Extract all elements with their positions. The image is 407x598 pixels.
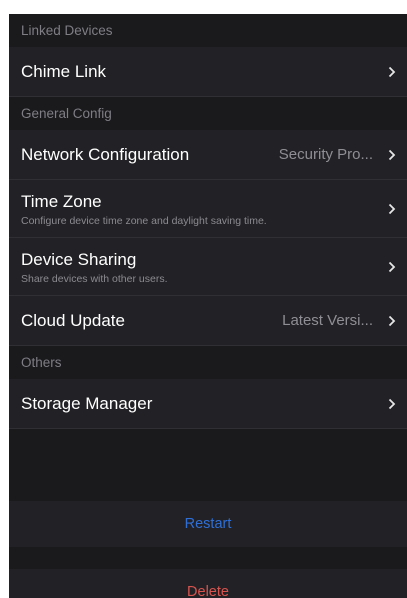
network-configuration-title: Network Configuration [21,145,190,164]
chime-link-row[interactable]: Chime Link [9,47,407,97]
cloud-update-value: Latest Versi... [282,312,373,329]
section-header-general-config: General Config [9,97,407,130]
storage-manager-title: Storage Manager [21,394,153,413]
restart-button-label: Restart [184,516,232,532]
time-zone-row[interactable]: Time Zone Configure device time zone and… [9,180,407,238]
delete-button[interactable]: Delete [9,569,407,598]
device-sharing-subtitle: Share devices with other users. [21,272,168,285]
cloud-update-row[interactable]: Cloud Update Latest Versi... [9,296,407,346]
button-gap [9,547,407,569]
device-sharing-title: Device Sharing [21,249,137,269]
section-header-label: General Config [21,106,112,121]
chevron-right-icon [387,314,397,328]
blank-spacer [9,429,407,501]
storage-manager-row[interactable]: Storage Manager [9,379,407,429]
section-header-others: Others [9,346,407,379]
chevron-right-icon [387,260,397,274]
restart-button[interactable]: Restart [9,501,407,547]
chevron-right-icon [387,65,397,79]
section-header-linked-devices: Linked Devices [9,14,407,47]
time-zone-subtitle: Configure device time zone and daylight … [21,214,267,227]
chevron-right-icon [387,148,397,162]
device-sharing-row[interactable]: Device Sharing Share devices with other … [9,238,407,296]
cloud-update-title: Cloud Update [21,311,125,330]
chevron-right-icon [387,397,397,411]
delete-button-label: Delete [187,584,229,598]
time-zone-title: Time Zone [21,191,102,211]
section-header-label: Linked Devices [21,23,113,38]
network-configuration-row[interactable]: Network Configuration Security Pro... [9,130,407,180]
chime-link-title: Chime Link [21,62,107,81]
network-configuration-value: Security Pro... [278,146,373,163]
chevron-right-icon [387,202,397,216]
section-header-label: Others [21,355,62,370]
device-settings-screen: Linked Devices Chime Link General Config… [9,14,407,598]
